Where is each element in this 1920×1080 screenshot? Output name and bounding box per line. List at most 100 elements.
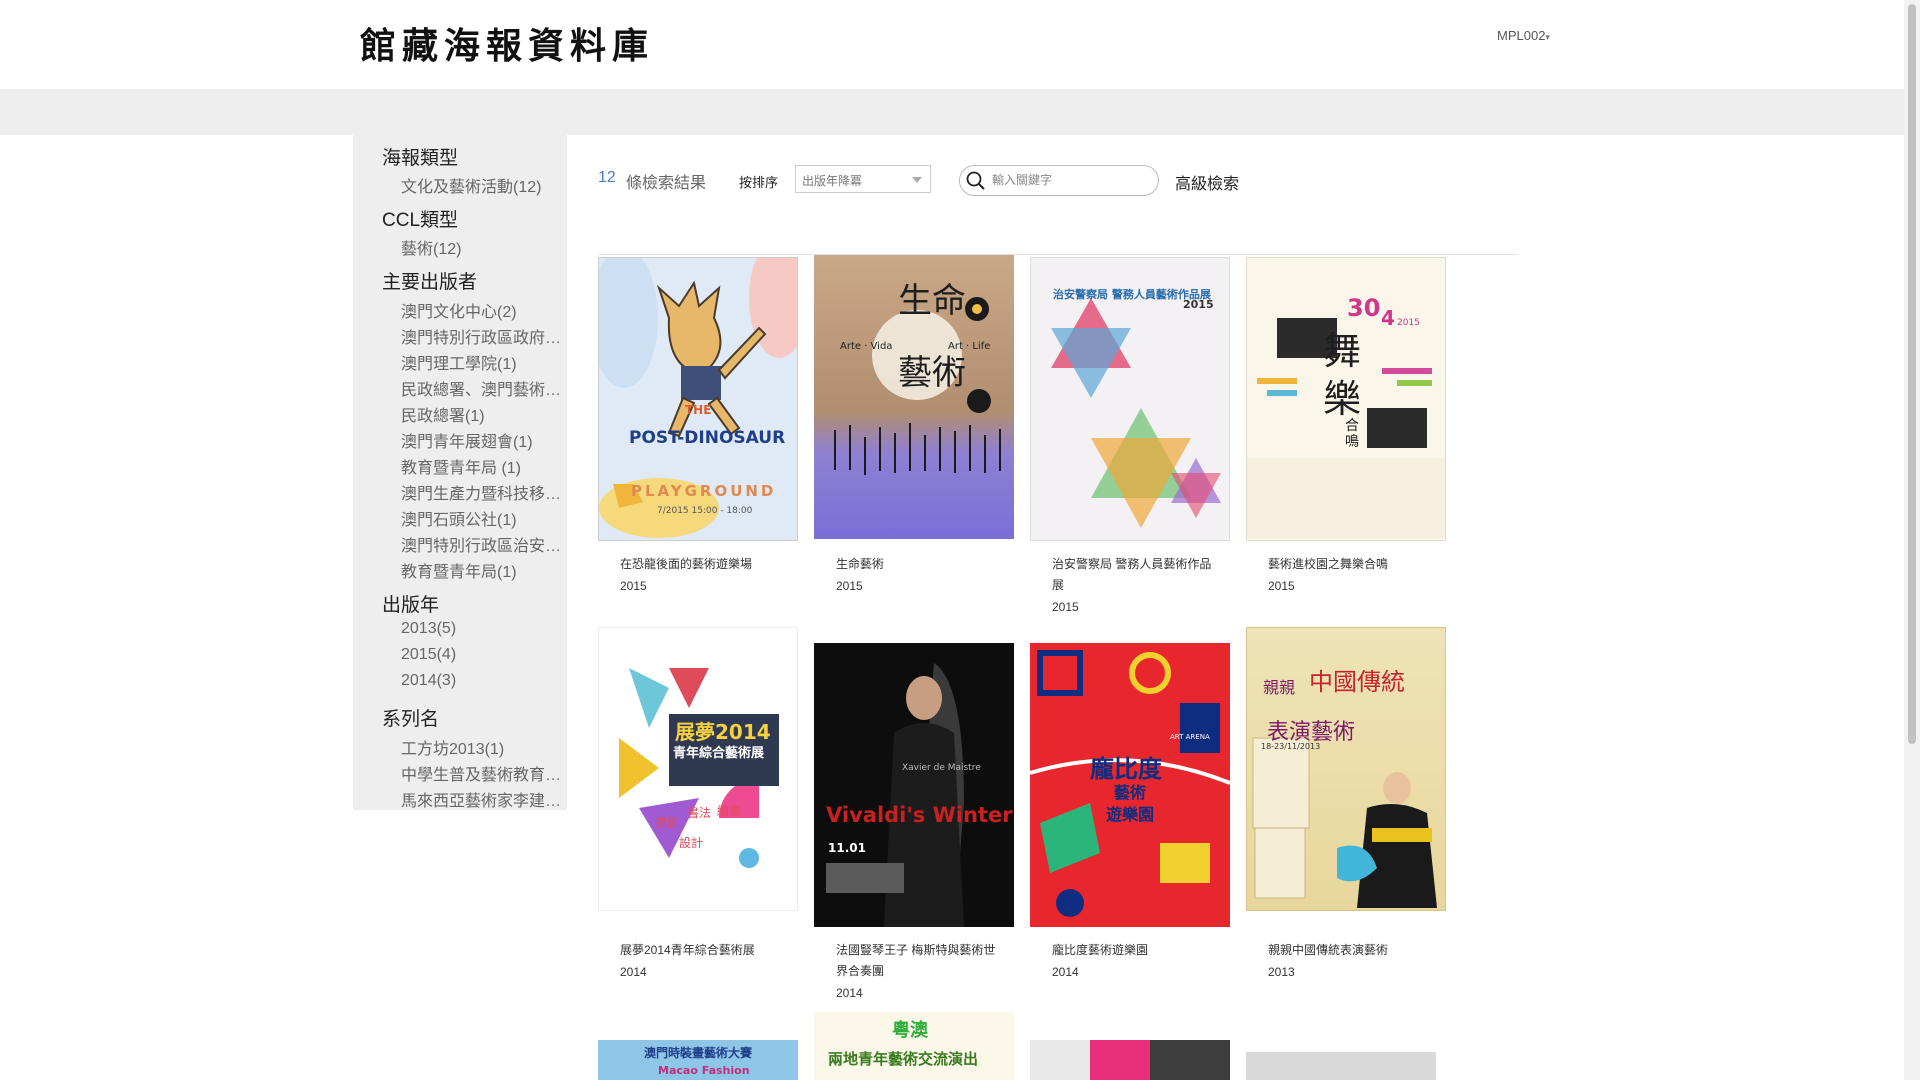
- facet-item[interactable]: 澳門青年展翅會(1): [401, 428, 561, 452]
- poster-thumbnail[interactable]: 30 4 2015 舞 樂 合鳴: [1246, 257, 1446, 541]
- result-title[interactable]: 藝術進校園之舞樂合鳴: [1268, 554, 1438, 575]
- facet-item[interactable]: 教育暨青年局 (1): [401, 454, 561, 478]
- poster-text: Art · Life: [948, 341, 991, 352]
- scrollbar-thumb[interactable]: [1908, 4, 1916, 744]
- facet-item[interactable]: 2013(5): [401, 620, 561, 638]
- poster-thumbnail[interactable]: 治安警察局 警務人員藝術作品展 2015: [1030, 257, 1230, 541]
- poster-thumbnail[interactable]: 澳門時裝畫藝術大賽 Macao Fashion: [598, 1040, 798, 1080]
- poster-text: Vivaldi's Winter: [826, 803, 1013, 827]
- poster-text: 粵澳: [892, 1020, 928, 1041]
- facet-item[interactable]: 澳門特別行政區治安…: [401, 532, 561, 556]
- user-menu[interactable]: MPL002▾: [1497, 28, 1550, 43]
- poster-text: PLAYGROUND: [631, 482, 777, 500]
- facet-heading-publisher: 主要出版者: [382, 272, 478, 293]
- facet-item[interactable]: 澳門特別行政區政府…: [401, 324, 561, 348]
- facet-item[interactable]: 馬來西亞藝術家李建…: [401, 787, 561, 811]
- facet-item[interactable]: 教育暨青年局(1): [401, 558, 561, 582]
- nav-band: [0, 89, 1904, 135]
- result-count-label: 條檢索結果: [626, 175, 707, 192]
- facet-item[interactable]: 澳門文化中心(2): [401, 298, 561, 322]
- divider: [598, 254, 1518, 255]
- page-scrollbar[interactable]: [1904, 0, 1920, 1080]
- user-label: MPL002: [1497, 28, 1546, 43]
- result-year: 2014: [620, 965, 647, 979]
- facet-heading-year: 出版年: [382, 595, 440, 616]
- poster-text: 中國傳統: [1309, 668, 1405, 696]
- result-count: 12: [598, 169, 616, 186]
- filter-sidebar: 海報類型 文化及藝術活動(12) CCL類型 藝術(12) 主要出版者 澳門文化…: [353, 135, 567, 810]
- poster-thumbnail[interactable]: 粵澳 兩地青年藝術交流演出: [814, 1012, 1014, 1080]
- result-year: 2015: [1268, 579, 1295, 593]
- poster-text: 繪畫: [717, 804, 742, 818]
- facet-item[interactable]: 文化及藝術活動(12): [401, 173, 561, 197]
- result-title[interactable]: 在恐龍後面的藝術遊樂場: [620, 554, 790, 575]
- result-year: 2015: [620, 579, 647, 593]
- poster-text: 展夢2014: [675, 720, 771, 744]
- result-year: 2013: [1268, 965, 1295, 979]
- poster-text: 樂: [1323, 377, 1362, 421]
- poster-text: 藝術: [1114, 783, 1147, 802]
- site-title[interactable]: 館藏海報資料庫: [360, 17, 654, 69]
- poster-text: 生命: [898, 281, 966, 321]
- sort-label: 按排序: [739, 175, 779, 190]
- result-title[interactable]: 法國豎琴王子 梅斯特與藝術世界合奏團: [836, 940, 1006, 982]
- facet-heading-ccl-type: CCL類型: [382, 210, 459, 231]
- poster-text: 11.01: [828, 841, 866, 855]
- facet-item[interactable]: 澳門理工學院(1): [401, 350, 561, 374]
- sort-selected-value: 出版年降冪: [802, 174, 863, 188]
- result-year: 2014: [836, 986, 863, 1000]
- facet-item[interactable]: 澳門石頭公社(1): [401, 506, 561, 530]
- chevron-down-icon: ▾: [1545, 32, 1550, 42]
- search-icon[interactable]: [966, 171, 986, 191]
- poster-text: Macao Fashion: [658, 1064, 750, 1077]
- result-year: 2015: [1052, 600, 1079, 614]
- poster-text: 兩地青年藝術交流演出: [828, 1050, 979, 1068]
- poster-text: Xavier de Maistre: [902, 763, 981, 773]
- advanced-search-link[interactable]: 高級檢索: [1175, 170, 1239, 194]
- result-title[interactable]: 展夢2014青年綜合藝術展: [620, 940, 790, 961]
- poster-thumbnail[interactable]: 生命 藝術 Arte · Vida Art · Life: [814, 255, 1014, 539]
- facet-item[interactable]: 2015(4): [401, 646, 561, 664]
- poster-text: ART ARENA: [1170, 733, 1210, 741]
- facet-item[interactable]: 民政總署、澳門藝術…: [401, 376, 561, 400]
- result-year: 2014: [1052, 965, 1079, 979]
- harpist-illustration: [814, 643, 1014, 927]
- poster-text: 親親: [1263, 678, 1296, 697]
- poster-text: 30: [1347, 294, 1381, 322]
- search-input[interactable]: [990, 172, 1154, 188]
- poster-text: 書法: [687, 806, 712, 820]
- poster-text: POST-DINOSAUR: [629, 428, 786, 448]
- result-title[interactable]: 生命藝術: [836, 554, 1006, 575]
- top-header: 館藏海報資料庫 MPL002▾: [0, 0, 1904, 89]
- poster-thumbnail[interactable]: THE POST-DINOSAUR PLAYGROUND 7/2015 15:0…: [598, 257, 798, 541]
- geometric-art-illustration: [619, 668, 779, 868]
- facet-item[interactable]: 2014(3): [401, 672, 561, 690]
- poster-text: 青年綜合藝術展: [673, 746, 765, 761]
- facet-item[interactable]: 藝術(12): [401, 235, 561, 259]
- poster-text: 澳門時裝畫藝術大賽: [644, 1046, 753, 1060]
- facet-item[interactable]: 澳門生產力暨科技移…: [401, 480, 561, 504]
- poster-thumbnail[interactable]: [1030, 1040, 1230, 1080]
- poster-thumbnail[interactable]: 展夢2014 青年綜合藝術展 攝影 書法 繪畫 設計: [598, 627, 798, 911]
- poster-text: 2015: [1397, 318, 1420, 328]
- poster-text: 舞: [1323, 329, 1362, 373]
- poster-thumbnail[interactable]: [1246, 1052, 1436, 1080]
- facet-item[interactable]: 工方坊2013(1): [401, 735, 561, 759]
- poster-text: 4: [1381, 306, 1395, 330]
- poster-text: THE: [685, 403, 712, 417]
- result-title[interactable]: 親親中國傳統表演藝術: [1268, 940, 1438, 961]
- facet-item[interactable]: 中學生普及藝術教育…: [401, 761, 561, 785]
- sort-select[interactable]: 出版年降冪: [795, 165, 931, 193]
- facet-heading-series: 系列名: [382, 709, 440, 730]
- poster-text: 7/2015 15:00 - 18:00: [657, 506, 753, 516]
- poster-thumbnail[interactable]: Vivaldi's Winter Xavier de Maistre 11.01: [814, 643, 1014, 927]
- facet-item[interactable]: 民政總署(1): [401, 402, 561, 426]
- poster-text: 2015: [1183, 298, 1214, 311]
- poster-thumbnail[interactable]: 龐比度 藝術 遊樂園 ART ARENA: [1030, 643, 1230, 927]
- result-title[interactable]: 治安警察局 警務人員藝術作品展: [1052, 554, 1222, 596]
- search-box[interactable]: [959, 165, 1159, 196]
- poster-thumbnail[interactable]: 親親 中國傳統 表演藝術 18-23/11/2013: [1246, 627, 1446, 911]
- poster-text: 設計: [679, 836, 704, 850]
- poster-text: 遊樂園: [1106, 805, 1155, 824]
- result-title[interactable]: 龐比度藝術遊樂園: [1052, 940, 1222, 961]
